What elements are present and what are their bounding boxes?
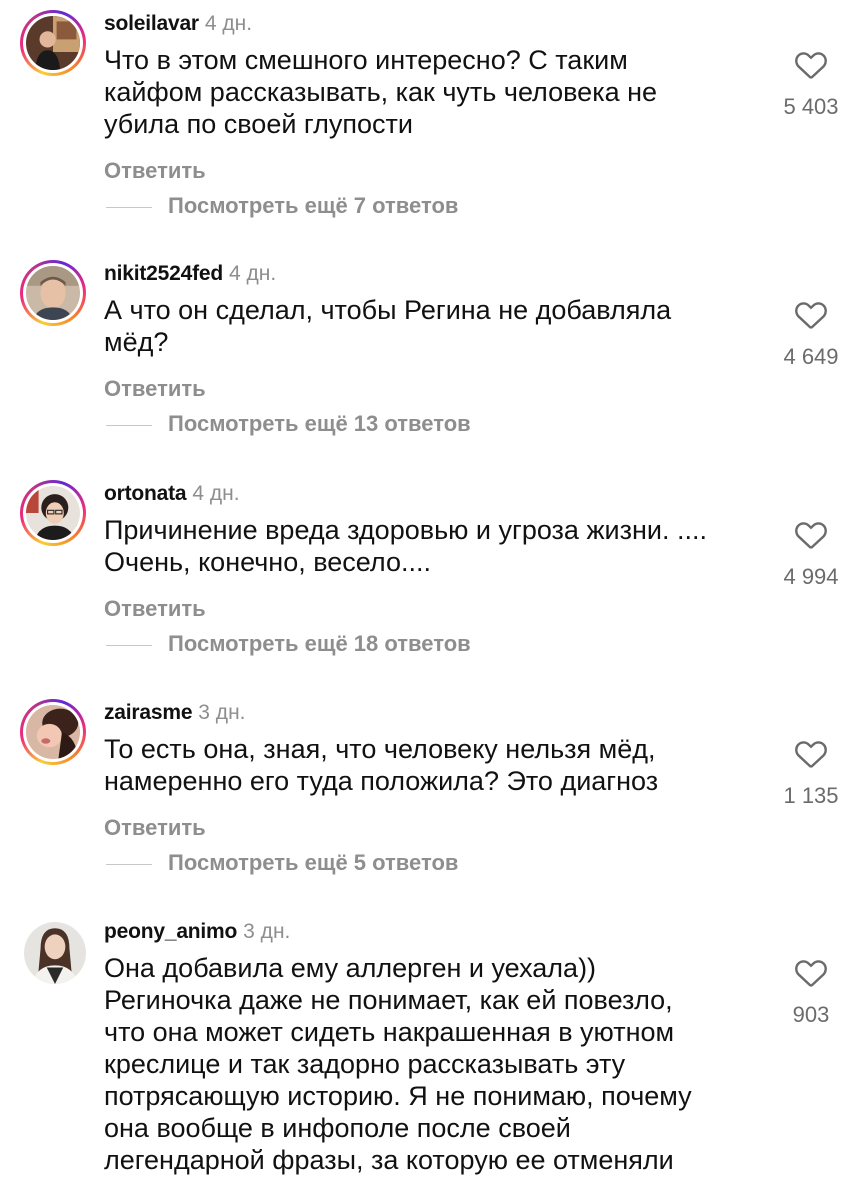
comment-meta: ortonata 4 дн.: [104, 480, 240, 508]
heart-icon[interactable]: [794, 518, 828, 550]
avatar-wrap[interactable]: [24, 922, 86, 984]
comment-text: Причинение вреда здоровью и угроза жизни…: [104, 515, 707, 577]
comment-text: Что в этом смешного интересно? С таким к…: [104, 45, 658, 139]
comment-meta: peony_animo 3 дн.: [104, 918, 290, 946]
like-button[interactable]: 903: [776, 956, 846, 1028]
view-more-replies-label: Посмотреть ещё 5 ответов: [168, 850, 459, 875]
reply-button[interactable]: Ответить: [104, 158, 206, 184]
comment-text: Она добавила ему аллерген и уехала)) Рег…: [104, 953, 692, 1175]
view-more-replies[interactable]: Посмотреть ещё 13 ответов: [106, 409, 471, 439]
timestamp: 4 дн.: [192, 482, 240, 505]
username[interactable]: ortonata: [104, 482, 187, 505]
like-button[interactable]: 5 403: [776, 48, 846, 120]
heart-icon[interactable]: [794, 737, 828, 769]
avatar: [26, 266, 80, 320]
divider-line: [106, 424, 152, 426]
like-count: 1 135: [783, 783, 839, 808]
avatar-story-ring[interactable]: [20, 480, 86, 546]
view-more-replies[interactable]: Посмотреть ещё 7 ответов: [106, 191, 458, 221]
comment-meta: zairasme 3 дн.: [104, 699, 246, 727]
avatar: [26, 486, 80, 540]
reply-button[interactable]: Ответить: [104, 815, 206, 841]
timestamp: 4 дн.: [204, 12, 253, 35]
view-more-replies[interactable]: Посмотреть ещё 5 ответов: [106, 848, 458, 878]
comment-text: А что он сделал, чтобы Регина не добавля…: [104, 295, 672, 357]
avatar-story-ring[interactable]: [20, 10, 86, 76]
like-count: 4 649: [783, 344, 839, 369]
like-count: 4 994: [783, 564, 839, 589]
like-count: 5 403: [783, 94, 839, 119]
view-more-replies-label: Посмотреть ещё 18 ответов: [168, 631, 471, 656]
username[interactable]: zairasme: [104, 701, 192, 724]
like-button[interactable]: 4 649: [776, 298, 846, 370]
timestamp: 4 дн.: [229, 262, 277, 285]
timestamp: 3 дн.: [198, 701, 246, 724]
avatar: [26, 16, 80, 70]
comment-meta: soleilavar 4 дн.: [104, 10, 252, 38]
like-count: 903: [792, 1002, 830, 1027]
heart-icon[interactable]: [794, 298, 828, 330]
username[interactable]: nikit2524fed: [104, 262, 223, 285]
comment-meta: nikit2524fed 4 дн.: [104, 260, 276, 288]
reply-button[interactable]: Ответить: [104, 376, 206, 402]
divider-line: [106, 863, 152, 865]
divider-line: [106, 206, 152, 208]
like-button[interactable]: 1 135: [776, 737, 846, 809]
divider-line: [106, 644, 152, 646]
view-more-replies-label: Посмотреть ещё 13 ответов: [168, 411, 471, 436]
username[interactable]: peony_animo: [104, 920, 237, 943]
avatar: [26, 705, 80, 759]
view-more-replies-label: Посмотреть ещё 7 ответов: [168, 193, 459, 218]
heart-icon[interactable]: [794, 48, 828, 80]
like-button[interactable]: 4 994: [776, 518, 846, 590]
reply-button[interactable]: Ответить: [104, 596, 206, 622]
avatar-story-ring[interactable]: [20, 260, 86, 326]
comment-text: То есть она, зная, что человеку нельзя м…: [104, 734, 659, 796]
view-more-replies[interactable]: Посмотреть ещё 18 ответов: [106, 629, 471, 659]
heart-icon[interactable]: [794, 956, 828, 988]
avatar: [24, 922, 86, 984]
avatar-story-ring[interactable]: [20, 699, 86, 765]
username[interactable]: soleilavar: [104, 12, 199, 35]
timestamp: 3 дн.: [243, 920, 291, 943]
